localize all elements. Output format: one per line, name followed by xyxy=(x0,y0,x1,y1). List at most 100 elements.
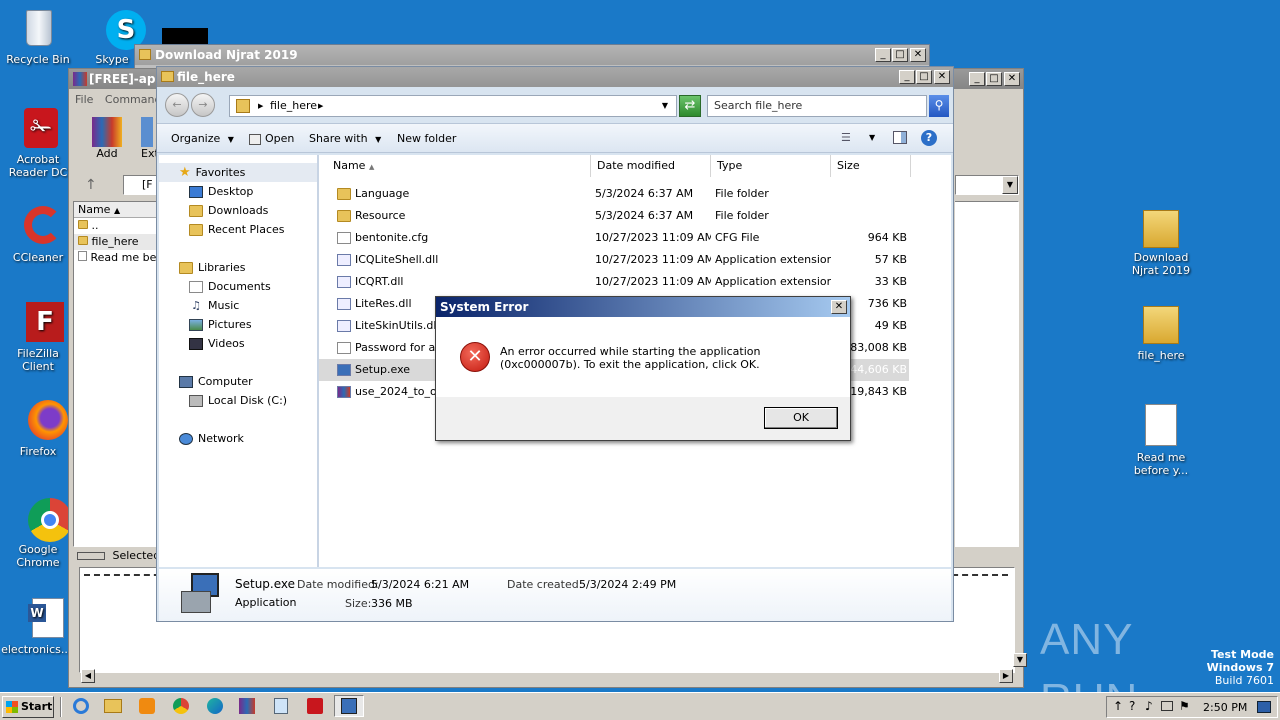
up-arrow-icon[interactable]: ↑ xyxy=(85,177,97,193)
nav-network[interactable]: Network xyxy=(179,429,244,448)
path-field[interactable]: [F xyxy=(123,175,157,195)
taskbar-acrobat-icon[interactable] xyxy=(300,695,330,717)
nav-computer[interactable]: Computer xyxy=(179,372,253,391)
error-icon: ✕ xyxy=(460,342,490,372)
help-icon[interactable]: ? xyxy=(921,130,937,146)
nav-videos[interactable]: Videos xyxy=(189,334,245,353)
nav-music[interactable]: ♫ Music xyxy=(189,296,239,315)
preview-pane-icon[interactable] xyxy=(893,131,907,144)
list-item[interactable]: .. xyxy=(74,218,156,234)
tray-help-icon[interactable]: ? xyxy=(1129,699,1135,713)
taskbar-media-player-icon[interactable] xyxy=(132,695,162,717)
folder-icon xyxy=(337,210,351,222)
open-button[interactable]: Open xyxy=(249,132,294,145)
desktop-icon-ccleaner[interactable]: CCleaner xyxy=(0,204,76,264)
forward-button[interactable]: → xyxy=(191,93,215,117)
search-input[interactable]: Search file_here xyxy=(707,95,927,117)
organize-button[interactable]: Organize ▼ xyxy=(171,132,234,145)
network-tray-icon[interactable] xyxy=(1161,701,1173,711)
tray-expand-icon[interactable]: ↑ xyxy=(1113,699,1123,713)
close-button[interactable]: ✕ xyxy=(1004,72,1020,86)
breadcrumb-chevron-icon[interactable]: ▶ xyxy=(318,96,323,116)
window-title-bar[interactable]: Download Njrat 2019 xyxy=(135,45,929,65)
nav-recent-places[interactable]: Recent Places xyxy=(189,220,285,239)
file-row[interactable]: Resource 5/3/2024 6:37 AM File folder xyxy=(319,205,909,227)
desktop-icon-acrobat[interactable]: ✁ Acrobat Reader DC xyxy=(0,106,76,179)
new-folder-button[interactable]: New folder xyxy=(397,132,456,145)
nav-downloads[interactable]: Downloads xyxy=(189,201,268,220)
taskbar-ie-icon[interactable] xyxy=(66,695,96,717)
taskbar-explorer-icon[interactable] xyxy=(98,695,128,717)
minimize-button[interactable]: _ xyxy=(899,70,915,84)
taskbar-notepad-icon[interactable] xyxy=(266,695,296,717)
test-mode-text: Test Mode xyxy=(1211,648,1274,661)
file-row[interactable]: ICQRT.dll 10/27/2023 11:09 AM Application … xyxy=(319,271,909,293)
nav-pictures[interactable]: Pictures xyxy=(189,315,252,334)
volume-icon[interactable]: ♪ xyxy=(1145,699,1153,713)
minimize-button[interactable]: _ xyxy=(969,72,985,86)
column-header-name[interactable]: Name ▲ xyxy=(327,155,591,177)
nav-libraries[interactable]: Libraries xyxy=(179,258,246,277)
desktop-icon-chrome[interactable]: Google Chrome xyxy=(0,496,76,569)
path-dropdown[interactable]: ▼ xyxy=(955,175,1019,195)
scroll-right-button[interactable]: ▶ xyxy=(999,669,1013,683)
desktop-icon-word-doc[interactable]: W electronics.... xyxy=(0,596,76,656)
show-desktop-icon[interactable] xyxy=(1257,701,1271,713)
action-center-icon[interactable]: ⚑ xyxy=(1179,699,1190,713)
file-row[interactable]: Language 5/3/2024 6:37 AM File folder xyxy=(319,183,909,205)
dialog-title-bar[interactable]: System Error xyxy=(436,297,850,317)
back-button[interactable]: ← xyxy=(165,93,189,117)
view-options-icon[interactable]: ☰ xyxy=(841,131,851,144)
desktop-icon-read-me[interactable]: Read me before y... xyxy=(1122,404,1200,477)
file-list[interactable]: Name ▲ .. file_here Read me bef xyxy=(73,201,157,547)
chevron-down-icon[interactable]: ▼ xyxy=(1002,176,1018,194)
address-bar[interactable]: ▶ file_here ▶ ▼ xyxy=(229,95,677,117)
window-title-bar[interactable]: file_here xyxy=(157,67,953,87)
minimize-button[interactable]: _ xyxy=(875,48,891,62)
details-date-created: 5/3/2024 2:49 PM xyxy=(579,578,677,591)
nav-favorites[interactable]: ★ Favorites xyxy=(159,163,317,182)
clock[interactable]: 2:50 PM xyxy=(1203,701,1247,714)
nav-desktop[interactable]: Desktop xyxy=(189,182,253,201)
close-button[interactable]: ✕ xyxy=(934,70,950,84)
scroll-down-button[interactable]: ▼ xyxy=(1013,653,1027,667)
column-name[interactable]: Name ▲ xyxy=(74,202,156,218)
file-row[interactable]: ICQLiteShell.dll 10/27/2023 11:09 AM Appli… xyxy=(319,249,909,271)
desktop-icon-filezilla[interactable]: F FileZilla Client xyxy=(0,300,76,373)
desktop-icon-firefox[interactable]: Firefox xyxy=(0,398,76,458)
list-item[interactable]: Read me bef xyxy=(74,250,156,266)
taskbar-setup-icon[interactable] xyxy=(334,695,364,717)
start-button[interactable]: Start xyxy=(2,696,54,718)
list-item[interactable]: file_here xyxy=(74,234,156,250)
refresh-button[interactable]: ⇄ xyxy=(679,95,701,117)
maximize-button[interactable]: □ xyxy=(892,48,908,62)
maximize-button[interactable]: □ xyxy=(916,70,932,84)
nav-local-disk[interactable]: Local Disk (C:) xyxy=(189,391,287,410)
desktop-icon-file-here[interactable]: file_here xyxy=(1122,302,1200,362)
taskbar-edge-icon[interactable] xyxy=(200,695,230,717)
scroll-left-button[interactable]: ◀ xyxy=(81,669,95,683)
desktop-icon-download-njrat[interactable]: Download Njrat 2019 xyxy=(1122,204,1200,277)
file-name: bentonite.cfg xyxy=(355,231,429,244)
ok-button[interactable]: OK xyxy=(764,407,838,429)
nav-documents[interactable]: Documents xyxy=(189,277,271,296)
chevron-down-icon[interactable]: ▼ xyxy=(662,96,668,116)
column-header-size[interactable]: Size xyxy=(831,155,911,177)
column-header-type[interactable]: Type xyxy=(711,155,831,177)
file-row[interactable]: bentonite.cfg 10/27/2023 11:09 AM CFG File… xyxy=(319,227,909,249)
system-error-dialog[interactable]: System Error ✕ ✕ An error occurred while… xyxy=(435,296,851,441)
close-button[interactable]: ✕ xyxy=(910,48,926,62)
taskbar-winrar-icon[interactable] xyxy=(232,695,262,717)
maximize-button[interactable]: □ xyxy=(986,72,1002,86)
menu-file[interactable]: File xyxy=(75,93,93,106)
desktop-icon-recycle-bin[interactable]: Recycle Bin xyxy=(0,6,76,66)
breadcrumb[interactable]: file_here xyxy=(270,96,317,116)
taskbar-chrome-icon[interactable] xyxy=(166,695,196,717)
column-header-date[interactable]: Date modified xyxy=(591,155,711,177)
dialog-close-button[interactable]: ✕ xyxy=(831,300,847,314)
add-button[interactable]: Add xyxy=(89,117,125,160)
breadcrumb-chevron-icon[interactable]: ▶ xyxy=(258,96,263,116)
search-icon[interactable]: ⚲ xyxy=(929,95,949,117)
share-with-button[interactable]: Share with ▼ xyxy=(309,132,381,145)
chevron-down-icon[interactable]: ▼ xyxy=(869,133,875,142)
